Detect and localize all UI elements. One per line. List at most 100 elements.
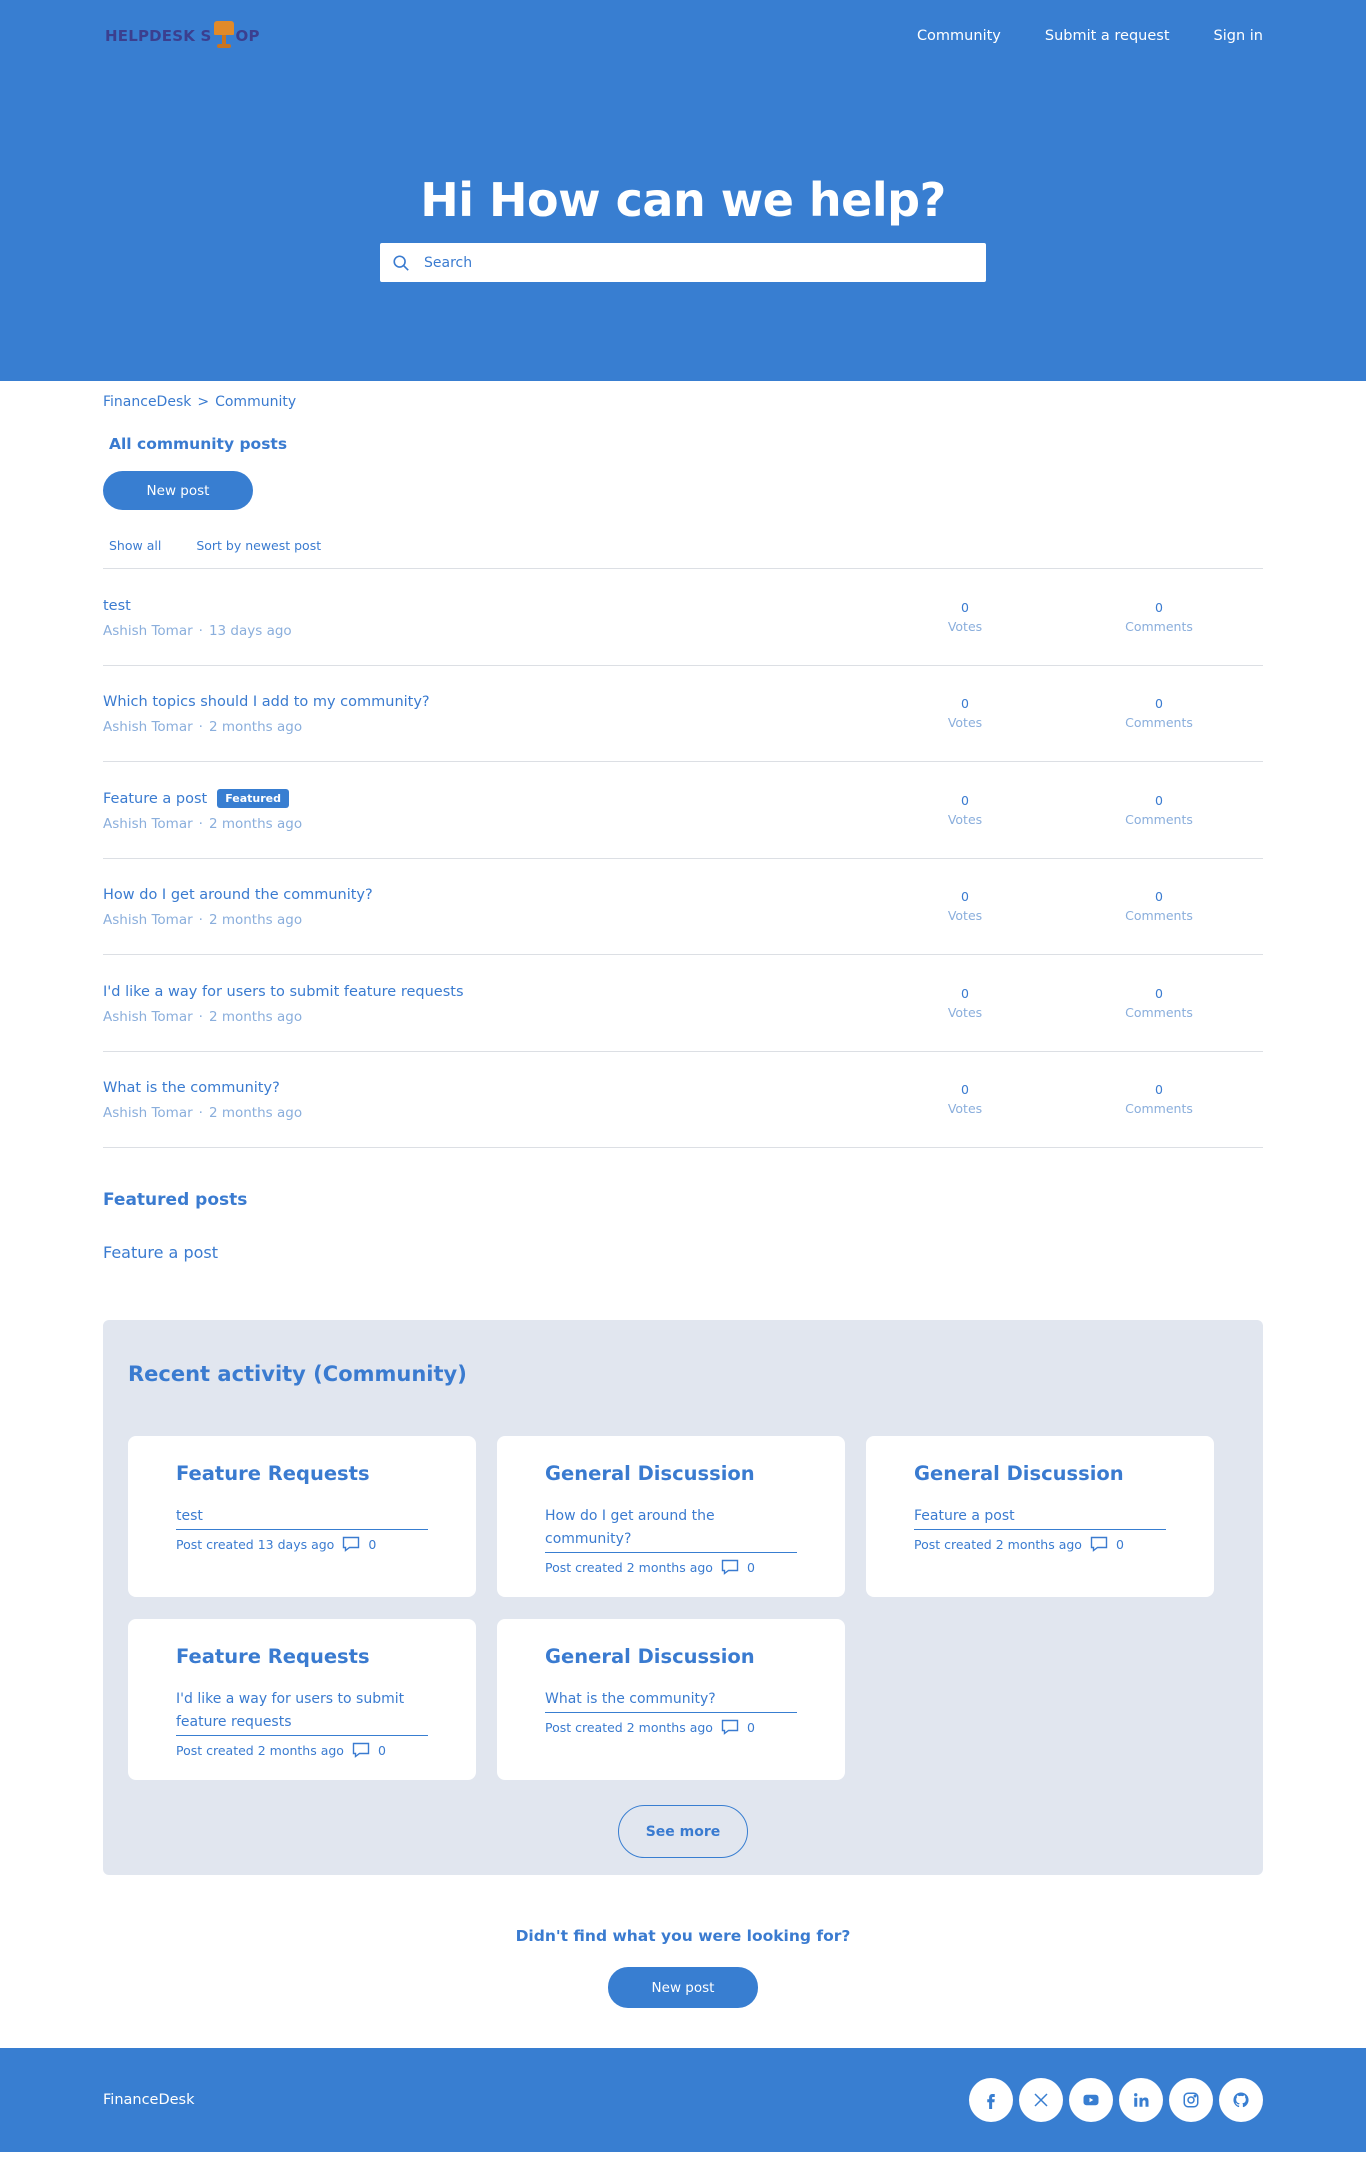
meta-separator: · (198, 912, 203, 929)
recent-activity-title: Recent activity (Community) (128, 1362, 467, 1386)
post-filters: Show all Sort by newest post (109, 536, 1263, 554)
post-title-link[interactable]: I'd like a way for users to submit featu… (103, 984, 464, 1000)
post-time: 2 months ago (208, 719, 303, 736)
post-title-link[interactable]: How do I get around the community? (103, 887, 373, 903)
comments-label: Comments (1125, 1101, 1193, 1117)
post-votes: 0 Votes (905, 889, 1025, 923)
lamp-icon (213, 21, 235, 51)
sort-newest-post[interactable]: Sort by newest post (196, 538, 321, 553)
activity-post-link[interactable]: How do I get around the community? (545, 1508, 715, 1547)
featured-post-link[interactable]: Feature a post (103, 1243, 218, 1262)
post-row: I'd like a way for users to submit featu… (103, 955, 1263, 1052)
activity-post-link[interactable]: Feature a post (914, 1508, 1015, 1524)
recent-activity: Recent activity (Community) Feature Requ… (103, 1320, 1263, 1875)
breadcrumb-community[interactable]: Community (215, 394, 296, 410)
activity-post-link[interactable]: What is the community? (545, 1691, 716, 1707)
activity-post-link[interactable]: I'd like a way for users to submit featu… (176, 1691, 404, 1730)
search-box (380, 243, 986, 282)
activity-comment-count: 0 (746, 1719, 755, 1735)
post-meta: Ashish Tomar · 2 months ago (103, 816, 302, 832)
comments-count: 0 (1155, 1082, 1163, 1098)
breadcrumb: FinanceDesk > Community (103, 392, 1263, 412)
linkedin-icon (1134, 2093, 1149, 2107)
post-title-link[interactable]: What is the community? (103, 1080, 280, 1096)
logo-text-part1: HELPDESK S (105, 27, 212, 45)
new-post-bottom-button[interactable]: New post (608, 1967, 758, 2008)
instagram-icon (1183, 2092, 1199, 2108)
activity-comment-count: 0 (377, 1742, 386, 1758)
search-input[interactable] (424, 254, 964, 271)
social-instagram[interactable] (1169, 2078, 1213, 2122)
post-author: Ashish Tomar (103, 912, 193, 929)
activity-post-link[interactable]: test (176, 1508, 203, 1524)
nav-sign-in[interactable]: Sign in (1214, 28, 1263, 44)
comments-count: 0 (1155, 889, 1163, 905)
logo[interactable]: HELPDESK S OP (105, 21, 260, 51)
facebook-icon (987, 2094, 995, 2109)
social-links (969, 2078, 1263, 2122)
activity-post-meta: Post created 13 days ago (176, 1536, 335, 1552)
post-comments: 0 Comments (1099, 986, 1219, 1020)
breadcrumb-separator: > (197, 394, 210, 410)
comments-count: 0 (1155, 792, 1163, 808)
post-row: How do I get around the community? Ashis… (103, 859, 1263, 955)
post-list: test Ashish Tomar · 13 days ago 0 Votes … (103, 568, 1263, 1148)
nav-submit-request[interactable]: Submit a request (1045, 28, 1170, 44)
post-votes: 0 Votes (905, 986, 1025, 1020)
post-meta: Ashish Tomar · 2 months ago (103, 1009, 464, 1025)
post-row: test Ashish Tomar · 13 days ago 0 Votes … (103, 569, 1263, 666)
post-title-link[interactable]: test (103, 598, 131, 614)
activity-category-link[interactable]: General Discussion (914, 1462, 1124, 1485)
post-author: Ashish Tomar (103, 622, 193, 639)
post-comments: 0 Comments (1099, 889, 1219, 923)
hero: HELPDESK S OP Community Submit a request… (0, 0, 1366, 381)
new-post-button[interactable]: New post (103, 471, 253, 510)
post-time: 13 days ago (208, 622, 292, 639)
activity-comment-count: 0 (746, 1559, 755, 1575)
post-title-link[interactable]: Feature a post (103, 791, 207, 807)
activity-category-link[interactable]: Feature Requests (176, 1645, 370, 1668)
social-facebook[interactable] (969, 2078, 1013, 2122)
footer-brand[interactable]: FinanceDesk (103, 2092, 195, 2108)
youtube-icon (1083, 2094, 1099, 2106)
comments-count: 0 (1155, 599, 1163, 615)
activity-card: General Discussion How do I get around t… (497, 1436, 845, 1597)
filter-show-all[interactable]: Show all (109, 538, 161, 553)
nav-community[interactable]: Community (917, 28, 1001, 44)
votes-count: 0 (961, 1082, 969, 1098)
activity-comment-count: 0 (1115, 1536, 1124, 1552)
post-meta: Ashish Tomar · 2 months ago (103, 912, 373, 928)
post-meta: Ashish Tomar · 13 days ago (103, 623, 292, 639)
activity-category-link[interactable]: Feature Requests (176, 1462, 370, 1485)
activity-post-meta: Post created 2 months ago (176, 1742, 344, 1758)
social-x[interactable] (1019, 2078, 1063, 2122)
social-linkedin[interactable] (1119, 2078, 1163, 2122)
post-author: Ashish Tomar (103, 815, 193, 832)
comments-count: 0 (1155, 696, 1163, 712)
social-github[interactable] (1219, 2078, 1263, 2122)
hero-title: Hi How can we help? (420, 173, 946, 227)
post-meta: Ashish Tomar · 2 months ago (103, 1105, 302, 1121)
activity-card: General Discussion What is the community… (497, 1619, 845, 1780)
search-icon (393, 254, 409, 271)
post-votes: 0 Votes (905, 793, 1025, 827)
top-nav: Community Submit a request Sign in (917, 28, 1263, 44)
github-icon (1233, 2092, 1249, 2108)
social-youtube[interactable] (1069, 2078, 1113, 2122)
activity-post-meta: Post created 2 months ago (545, 1719, 713, 1735)
post-comments: 0 Comments (1099, 696, 1219, 730)
post-title-link[interactable]: Which topics should I add to my communit… (103, 694, 430, 710)
activity-category-link[interactable]: General Discussion (545, 1645, 755, 1668)
comments-label: Comments (1125, 715, 1193, 731)
post-time: 2 months ago (208, 1008, 303, 1025)
meta-separator: · (198, 1008, 203, 1025)
post-row: Which topics should I add to my communit… (103, 666, 1263, 762)
votes-count: 0 (961, 599, 969, 615)
post-votes: 0 Votes (905, 600, 1025, 634)
activity-card: Feature Requests test Post created 13 da… (128, 1436, 476, 1597)
see-more-button[interactable]: See more (618, 1805, 748, 1858)
breadcrumb-financedesk[interactable]: FinanceDesk (103, 394, 191, 410)
activity-category-link[interactable]: General Discussion (545, 1462, 755, 1485)
post-author: Ashish Tomar (103, 719, 193, 736)
page-title: All community posts (109, 435, 288, 453)
